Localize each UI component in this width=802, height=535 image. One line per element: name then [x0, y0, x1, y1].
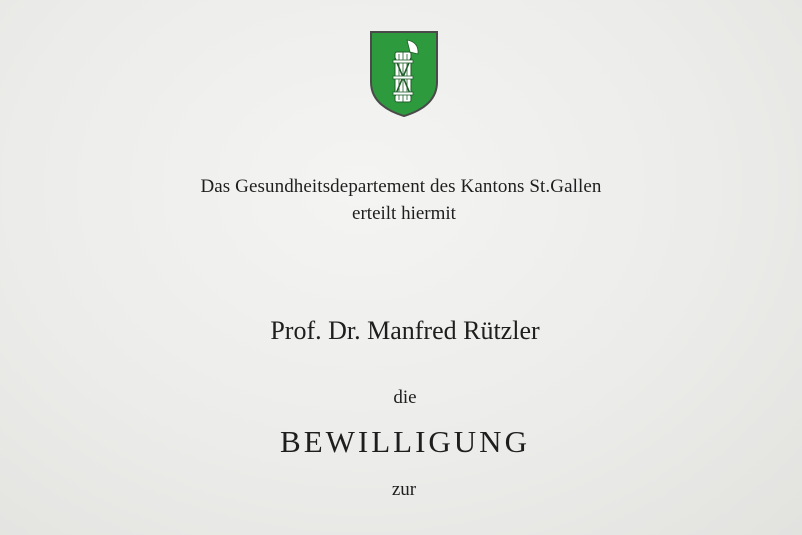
recipient-name: Prof. Dr. Manfred Rützler	[270, 316, 540, 345]
st-gallen-coat-of-arms-icon	[370, 31, 438, 118]
preposition-word: zur	[391, 479, 417, 500]
document-title: BEWILLIGUNG	[280, 424, 530, 459]
certificate-page: Das Gesundheitsdepartement des Kantons S…	[0, 0, 802, 535]
grant-phrase: erteilt hiermit	[352, 203, 456, 224]
article-word: die	[393, 387, 417, 408]
issuer-line: Das Gesundheitsdepartement des Kantons S…	[200, 176, 602, 197]
